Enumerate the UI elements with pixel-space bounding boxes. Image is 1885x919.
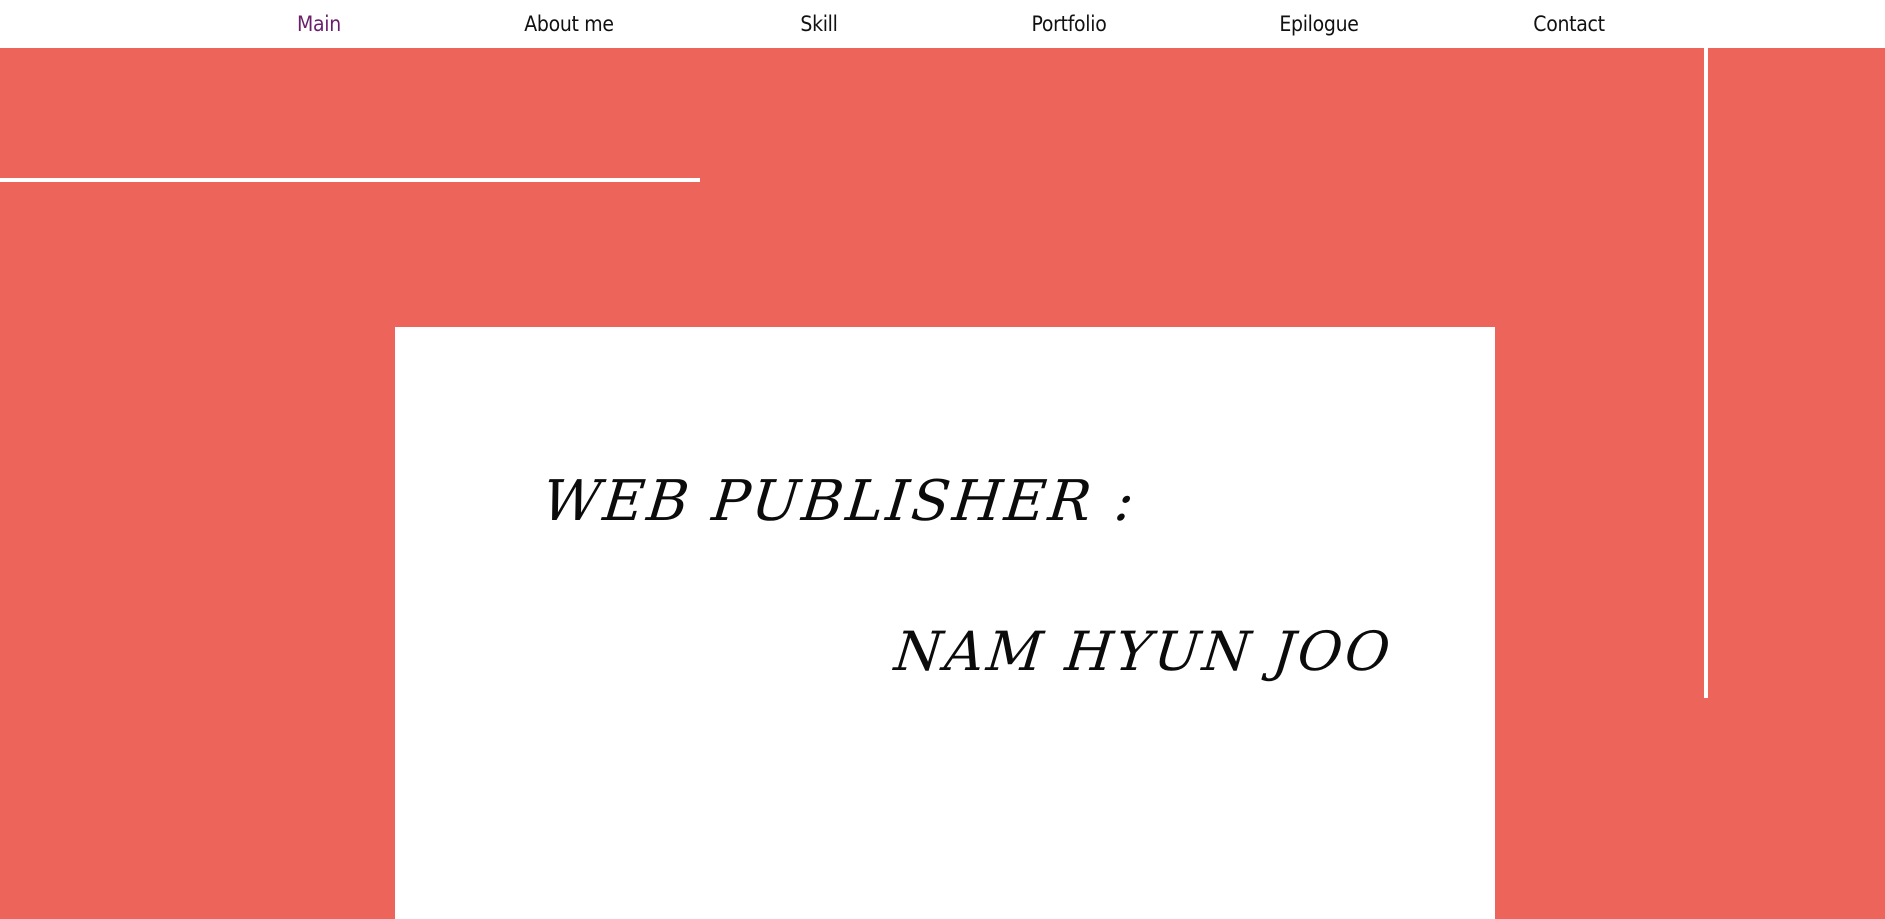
nav-item-about-me[interactable]: About me (469, 0, 669, 48)
intro-card: WEB PUBLISHER : NAM HYUN JOO (395, 327, 1495, 919)
vertical-divider (1704, 48, 1708, 698)
nav-item-main[interactable]: Main (219, 0, 419, 48)
horizontal-divider (0, 178, 700, 182)
nav-list: Main About me Skill Portfolio Epilogue C… (0, 0, 1885, 48)
nav-item-contact[interactable]: Contact (1469, 0, 1669, 48)
top-navigation: Main About me Skill Portfolio Epilogue C… (0, 0, 1885, 48)
owner-name: NAM HYUN JOO (891, 620, 1396, 683)
role-title: WEB PUBLISHER : (539, 469, 1141, 534)
nav-item-portfolio[interactable]: Portfolio (969, 0, 1169, 48)
nav-item-epilogue[interactable]: Epilogue (1219, 0, 1419, 48)
hero-section: WEB PUBLISHER : NAM HYUN JOO (0, 48, 1885, 919)
nav-item-skill[interactable]: Skill (719, 0, 919, 48)
